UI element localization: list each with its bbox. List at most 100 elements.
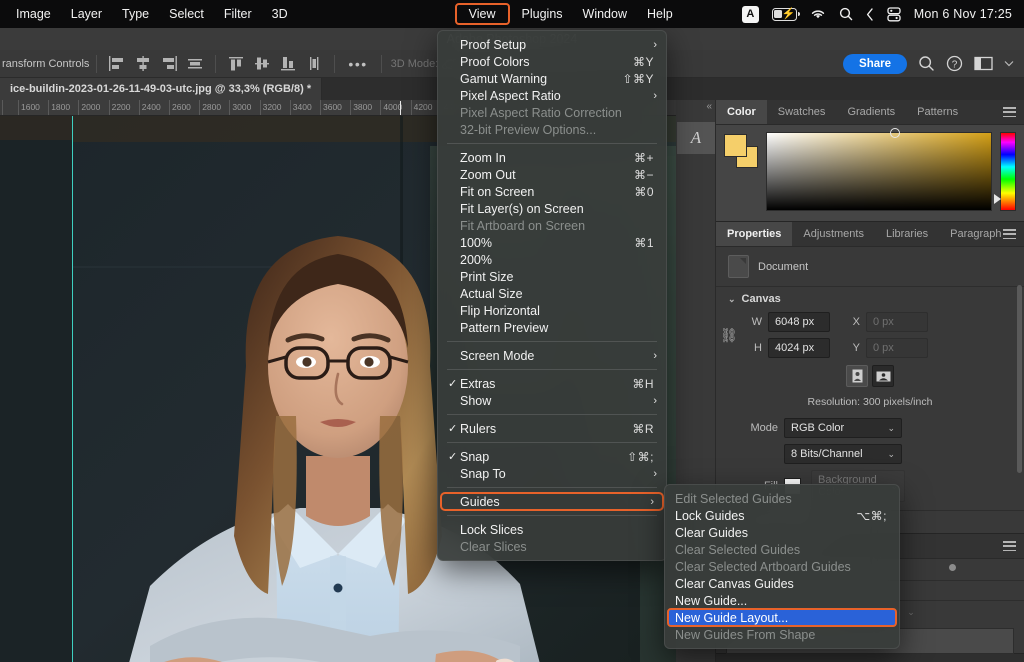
menubar-clock[interactable]: Mon 6 Nov 17:25 [914, 7, 1012, 21]
menubar-item-layer[interactable]: Layer [61, 4, 112, 24]
bit-depth-select[interactable]: 8 Bits/Channel ⌄ [784, 444, 902, 464]
menu-item-rulers[interactable]: ✓Rulers⌘R [438, 420, 666, 437]
menu-item-new-guide[interactable]: New Guide... [665, 592, 899, 609]
properties-panel-menu-icon[interactable] [1003, 229, 1016, 239]
menu-item-clear-canvas-guides[interactable]: Clear Canvas Guides [665, 575, 899, 592]
menu-item-flip-horizontal[interactable]: Flip Horizontal [438, 302, 666, 319]
menubar-item-help[interactable]: Help [637, 4, 683, 24]
foreground-background-swatches[interactable] [724, 134, 758, 168]
tab-patterns[interactable]: Patterns [906, 100, 969, 124]
hue-strip[interactable] [1000, 132, 1016, 211]
help-icon[interactable]: ? [946, 55, 963, 72]
document-tab[interactable]: ice-buildin-2023-01-26-11-49-03-utc.jpg … [0, 78, 322, 100]
tab-paragraph[interactable]: Paragraph [939, 222, 1012, 246]
menu-item-new-guide-layout[interactable]: New Guide Layout... [668, 609, 896, 626]
menubar-item-filter[interactable]: Filter [214, 4, 262, 24]
menubar-item-plugins[interactable]: Plugins [512, 4, 573, 24]
properties-panel-tabs: Properties Adjustments Libraries Paragra… [716, 222, 1024, 247]
menu-item-pattern-preview[interactable]: Pattern Preview [438, 319, 666, 336]
align-horizontal-centers-icon[interactable] [133, 55, 153, 72]
menu-item-clear-guides[interactable]: Clear Guides [665, 524, 899, 541]
menu-item-32-bit-preview-options: 32-bit Preview Options... [438, 121, 666, 138]
color-field[interactable] [766, 132, 992, 211]
distribute-vertical-icon[interactable] [304, 55, 324, 72]
properties-scrollbar[interactable] [1017, 285, 1022, 473]
menu-item-snap[interactable]: ✓Snap⇧⌘; [438, 448, 666, 465]
workspace-icon[interactable] [974, 56, 993, 71]
link-dimensions-icon[interactable]: ⛓ [720, 327, 734, 344]
tab-libraries[interactable]: Libraries [875, 222, 939, 246]
menubar-item-3d[interactable]: 3D [262, 4, 298, 24]
y-input[interactable]: 0 px [866, 338, 928, 358]
align-bottom-edges-icon[interactable] [278, 55, 298, 72]
menu-item-label: 32-bit Preview Options... [460, 123, 654, 137]
search-icon[interactable] [839, 7, 853, 21]
align-top-edges-icon[interactable] [226, 55, 246, 72]
menu-item-label: Clear Canvas Guides [675, 577, 887, 591]
more-options-button[interactable]: ••• [342, 56, 373, 72]
foreground-color-swatch[interactable] [724, 134, 747, 157]
menu-item-label: Proof Colors [460, 55, 611, 69]
menu-item-proof-colors[interactable]: Proof Colors⌘Y [438, 53, 666, 70]
align-right-edges-icon[interactable] [159, 55, 179, 72]
distribute-horizontal-icon[interactable] [185, 55, 205, 72]
hue-slider-marker[interactable] [994, 194, 1001, 204]
menu-item-show[interactable]: Show› [438, 392, 666, 409]
battery-charging-icon[interactable]: ⚡ [772, 8, 797, 21]
search-icon[interactable] [918, 55, 935, 72]
menu-item-actual-size[interactable]: Actual Size [438, 285, 666, 302]
menubar-item-window[interactable]: Window [573, 4, 637, 24]
menu-item-print-size[interactable]: Print Size [438, 268, 666, 285]
portrait-orientation-button[interactable] [846, 365, 868, 387]
menu-item-zoom-out[interactable]: Zoom Out⌘− [438, 166, 666, 183]
color-mode-select[interactable]: RGB Color ⌄ [784, 418, 902, 438]
vertical-guide[interactable] [72, 116, 73, 662]
chevron-left-icon[interactable] [866, 8, 874, 21]
menu-item-lock-slices[interactable]: Lock Slices [438, 521, 666, 538]
canvas-section-header[interactable]: ⌄ Canvas [716, 286, 1024, 309]
tab-color[interactable]: Color [716, 100, 767, 124]
color-panel-menu-icon[interactable] [1003, 107, 1016, 117]
tab-adjustments[interactable]: Adjustments [792, 222, 875, 246]
align-vertical-centers-icon[interactable] [252, 55, 272, 72]
height-input[interactable]: 4024 px [768, 338, 830, 358]
menu-item-pixel-aspect-ratio[interactable]: Pixel Aspect Ratio› [438, 87, 666, 104]
menu-item-100[interactable]: 100%⌘1 [438, 234, 666, 251]
expand-panels-icon[interactable]: « [706, 101, 712, 112]
menu-item-screen-mode[interactable]: Screen Mode› [438, 347, 666, 364]
menu-item-fit-layer-s-on-screen[interactable]: Fit Layer(s) on Screen [438, 200, 666, 217]
tab-properties[interactable]: Properties [716, 222, 792, 246]
menu-item-zoom-in[interactable]: Zoom In⌘+ [438, 149, 666, 166]
chevron-down-icon[interactable]: ⌄ [907, 607, 915, 618]
menu-item-lock-guides[interactable]: Lock Guides⌥⌘; [665, 507, 899, 524]
input-source-icon[interactable]: A [742, 6, 759, 23]
tab-gradients[interactable]: Gradients [836, 100, 906, 124]
control-center-icon[interactable] [887, 7, 901, 22]
guides-submenu-dropdown[interactable]: Edit Selected GuidesLock Guides⌥⌘;Clear … [664, 484, 900, 649]
menu-item-guides[interactable]: Guides› [441, 493, 663, 510]
menu-item-label: Clear Guides [675, 526, 887, 540]
wifi-icon[interactable] [810, 8, 826, 20]
menu-item-snap-to[interactable]: Snap To› [438, 465, 666, 482]
menu-separator [447, 341, 657, 342]
chevron-down-icon[interactable] [1004, 60, 1014, 67]
view-menu-dropdown[interactable]: Proof Setup›Proof Colors⌘YGamut Warning⇧… [437, 30, 667, 561]
layers-panel-menu-icon[interactable] [1003, 541, 1016, 551]
menubar-item-view[interactable]: View [455, 3, 510, 25]
menubar-item-type[interactable]: Type [112, 4, 159, 24]
align-left-edges-icon[interactable] [107, 55, 127, 72]
menu-item-fit-on-screen[interactable]: Fit on Screen⌘0 [438, 183, 666, 200]
menu-item-proof-setup[interactable]: Proof Setup› [438, 36, 666, 53]
width-input[interactable]: 6048 px [768, 312, 830, 332]
menu-item-200[interactable]: 200% [438, 251, 666, 268]
x-input[interactable]: 0 px [866, 312, 928, 332]
menu-item-extras[interactable]: ✓Extras⌘H [438, 375, 666, 392]
character-panel-icon[interactable]: A [677, 122, 715, 154]
menubar-item-select[interactable]: Select [159, 4, 214, 24]
color-field-marker[interactable] [890, 128, 900, 138]
menubar-item-image[interactable]: Image [6, 4, 61, 24]
tab-swatches[interactable]: Swatches [767, 100, 837, 124]
menu-item-gamut-warning[interactable]: Gamut Warning⇧⌘Y [438, 70, 666, 87]
share-button[interactable]: Share [843, 54, 907, 74]
landscape-orientation-button[interactable] [872, 365, 894, 387]
